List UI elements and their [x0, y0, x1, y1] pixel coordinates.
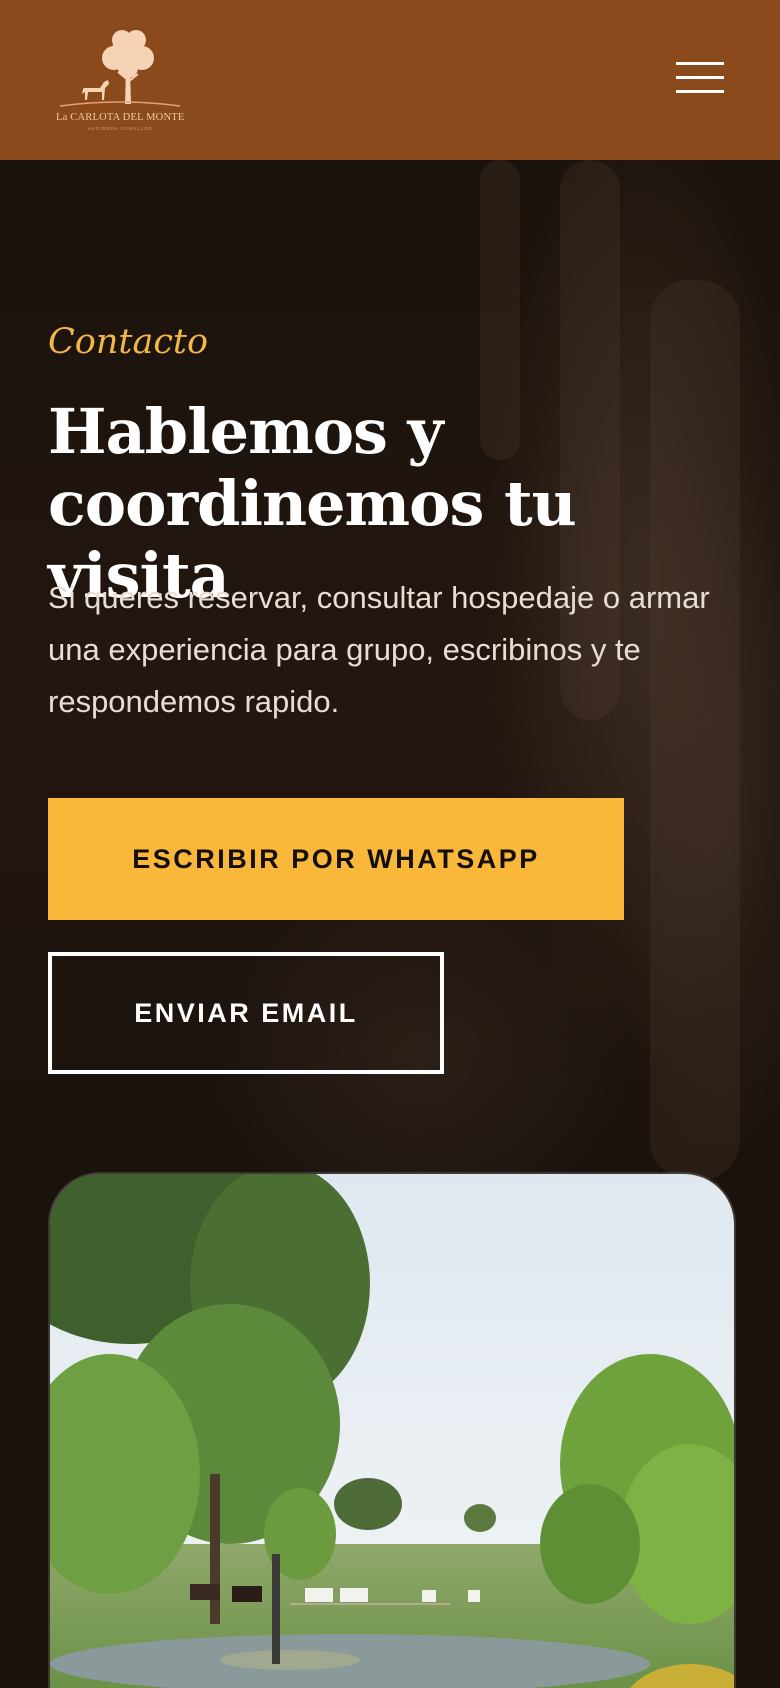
estancia-photo	[48, 1172, 736, 1688]
logo-name: La CARLOTA DEL MONTE	[56, 112, 185, 123]
email-button[interactable]: ENVIAR EMAIL	[48, 952, 444, 1074]
horse-and-tree-logo	[59, 30, 181, 107]
landscape-image	[50, 1174, 734, 1688]
contact-hero: Contacto Hablemos y coordinemos tu visit…	[0, 160, 780, 1688]
hero-description: Si queres reservar, consultar hospedaje …	[48, 580, 710, 719]
site-logo[interactable]: La CARLOTA DEL MONTE HACIENDA CABALLOS	[56, 28, 184, 132]
logo-tagline: HACIENDA CABALLOS	[87, 126, 153, 131]
site-header: La CARLOTA DEL MONTE HACIENDA CABALLOS	[0, 0, 780, 160]
menu-line	[676, 62, 724, 65]
menu-line	[676, 76, 724, 79]
menu-line	[676, 90, 724, 93]
whatsapp-button[interactable]: ESCRIBIR POR WHATSAPP	[48, 798, 624, 920]
section-kicker: Contacto	[48, 322, 209, 362]
hamburger-menu-icon[interactable]	[668, 56, 724, 100]
